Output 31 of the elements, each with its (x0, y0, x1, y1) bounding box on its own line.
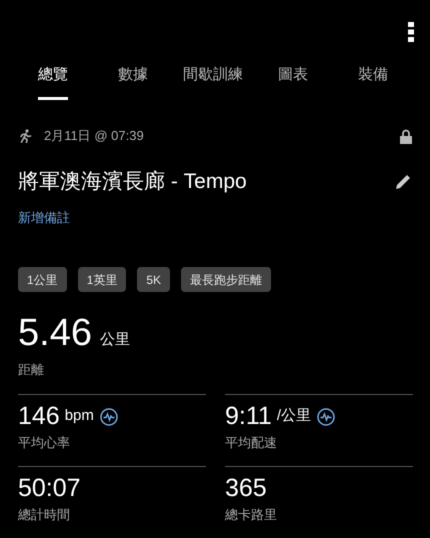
stat-label: 平均配速 (225, 434, 278, 452)
tab[interactable]: 裝備 (358, 64, 388, 100)
tab[interactable]: 間歇訓練 (183, 64, 243, 100)
stat-value: 9:11 (225, 400, 272, 430)
stat-value: 50:07 (18, 472, 81, 502)
activity-date: 2月11日 @ 07:39 (44, 127, 144, 146)
stat-label: 平均心率 (18, 434, 71, 452)
menu-icon[interactable] (408, 22, 414, 42)
activity-title: 將軍澳海濱長廊 - Tempo (18, 169, 247, 195)
heartbeat-icon[interactable] (316, 408, 335, 426)
tab[interactable]: 圖表 (278, 64, 308, 100)
stat-unit: bpm (64, 406, 94, 426)
stat-label: 總卡路里 (225, 506, 278, 524)
stat-unit: /公里 (276, 406, 311, 426)
stat-label: 總計時間 (18, 506, 71, 524)
distance-label: 距離 (18, 361, 45, 379)
lock-icon (400, 128, 412, 144)
pencil-icon[interactable] (395, 173, 412, 190)
tab[interactable]: 總覽 (38, 64, 68, 100)
filter-chip[interactable]: 1公里 (18, 267, 67, 292)
heartbeat-icon[interactable] (100, 408, 118, 426)
filter-chip[interactable]: 1英里 (78, 267, 126, 292)
distance-value: 5.46 (18, 314, 92, 352)
tab[interactable]: 數據 (118, 64, 148, 100)
stat-value: 146 (18, 400, 60, 430)
add-note-link[interactable]: 新增備註 (18, 208, 412, 227)
filter-chip[interactable]: 最長跑步距離 (181, 267, 272, 292)
filter-chip[interactable]: 5K (137, 267, 170, 292)
runner-icon (18, 129, 32, 143)
stat-value: 365 (225, 472, 267, 502)
distance-unit: 公里 (100, 330, 130, 350)
